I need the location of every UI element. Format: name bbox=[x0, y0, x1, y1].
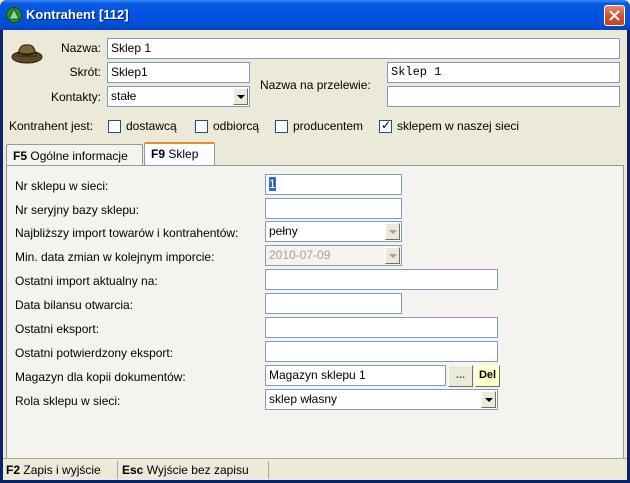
rola-label: Rola sklepu w sieci: bbox=[15, 394, 121, 408]
f2-key: F2 bbox=[6, 463, 21, 477]
dostawca-checkbox[interactable] bbox=[108, 120, 121, 133]
nr-sklepu-label: Nr sklepu w sieci: bbox=[15, 179, 109, 193]
nazwa-label: Nazwa: bbox=[60, 41, 101, 55]
nr-seryjny-label: Nr seryjny bazy sklepu: bbox=[15, 203, 140, 217]
title-bar[interactable]: Kontrahent [112] bbox=[0, 0, 630, 30]
rola-value: sklep własny bbox=[269, 392, 338, 406]
ostatni-import-label: Ostatni import aktualny na: bbox=[15, 274, 158, 288]
save-exit-shortcut[interactable]: F2 Zapis i wyjście bbox=[3, 461, 118, 479]
exit-no-save-shortcut[interactable]: Esc Wyjście bez zapisu bbox=[119, 461, 269, 479]
sklep-tab-panel: Nr sklepu w sieci: 1 Nr seryjny bazy skl… bbox=[6, 165, 624, 459]
ostatni-import-input[interactable] bbox=[265, 269, 498, 290]
hat-logo-icon bbox=[11, 44, 43, 64]
tab-sklep-key: F9 bbox=[151, 147, 166, 161]
przelew-line2-input[interactable] bbox=[387, 86, 620, 107]
magazyn-browse-button[interactable]: ... bbox=[448, 365, 473, 387]
skrot-input[interactable]: Sklep1 bbox=[107, 62, 250, 83]
producent-checkbox[interactable] bbox=[275, 120, 288, 133]
window-title: Kontrahent [112] bbox=[26, 7, 129, 22]
tab-ogolne-key: F5 bbox=[13, 149, 28, 163]
rola-select[interactable]: sklep własny bbox=[265, 389, 498, 410]
data-bilansu-input[interactable] bbox=[265, 293, 402, 314]
ostatni-eksport-label: Ostatni eksport: bbox=[15, 322, 100, 336]
window: Kontrahent [112] Nazwa: Sklep 1 Skrót: S… bbox=[0, 0, 630, 483]
kontakty-label: Kontakty: bbox=[50, 90, 101, 104]
nr-sklepu-input[interactable]: 1 bbox=[265, 174, 402, 195]
magazyn-delete-button[interactable]: Del bbox=[475, 365, 500, 387]
odbiorca-checkbox[interactable] bbox=[195, 120, 208, 133]
min-data-label: Min. data zmian w kolejnym imporcie: bbox=[15, 250, 215, 264]
nr-sklepu-value: 1 bbox=[269, 177, 276, 191]
przelew-label: Nazwa na przelewie: bbox=[260, 78, 371, 92]
magazyn-label: Magazyn dla kopii dokumentów: bbox=[15, 370, 186, 384]
min-data-select: 2010-07-09 bbox=[265, 245, 402, 266]
producent-label: producentem bbox=[293, 119, 364, 133]
kontrahent-type-label: Kontrahent jest: bbox=[9, 119, 94, 133]
nr-seryjny-input[interactable] bbox=[265, 198, 402, 219]
tab-ogolne-label: Ogólne informacje bbox=[30, 149, 128, 163]
chevron-down-icon[interactable] bbox=[481, 391, 496, 408]
import-value: pełny bbox=[269, 224, 298, 238]
import-label: Najbliższy import towarów i kontrahentów… bbox=[15, 226, 239, 240]
potwierdzony-label: Ostatni potwierdzony eksport: bbox=[15, 346, 174, 360]
przelew-line1-input[interactable]: Sklep 1 bbox=[387, 62, 620, 83]
import-select[interactable]: pełny bbox=[265, 221, 402, 242]
tab-sklep[interactable]: F9 Sklep bbox=[144, 142, 215, 166]
kontakty-value: stałe bbox=[111, 89, 137, 103]
kontakty-select[interactable]: stałe bbox=[107, 86, 250, 107]
tab-ogolne-informacje[interactable]: F5 Ogólne informacje bbox=[6, 144, 143, 166]
ostatni-eksport-input[interactable] bbox=[265, 317, 498, 338]
magazyn-input[interactable]: Magazyn sklepu 1 bbox=[265, 365, 446, 386]
odbiorca-label: odbiorcą bbox=[213, 119, 260, 133]
skrot-label: Skrót: bbox=[69, 65, 101, 79]
sklep-sieci-checkbox[interactable] bbox=[379, 118, 392, 133]
data-bilansu-label: Data bilansu otwarcia: bbox=[15, 298, 134, 312]
min-data-value: 2010-07-09 bbox=[269, 248, 331, 262]
chevron-down-icon[interactable] bbox=[385, 223, 400, 240]
chevron-down-icon bbox=[385, 247, 400, 264]
esc-key: Esc bbox=[122, 463, 144, 477]
esc-label: Wyjście bez zapisu bbox=[146, 463, 249, 477]
close-button[interactable] bbox=[604, 5, 625, 26]
f2-label: Zapis i wyjście bbox=[23, 463, 101, 477]
nazwa-input[interactable]: Sklep 1 bbox=[107, 38, 620, 59]
close-icon bbox=[609, 10, 620, 21]
status-bar: F2 Zapis i wyjście Esc Wyjście bez zapis… bbox=[3, 458, 627, 480]
potwierdzony-input[interactable] bbox=[265, 341, 498, 362]
tree-app-icon bbox=[6, 7, 22, 23]
tab-sklep-label: Sklep bbox=[168, 147, 199, 161]
chevron-down-icon[interactable] bbox=[233, 88, 248, 105]
window-client: Nazwa: Sklep 1 Skrót: Sklep1 Kontakty: s… bbox=[3, 30, 627, 480]
sklep-sieci-label: sklepem w naszej sieci bbox=[397, 119, 520, 133]
dostawca-label: dostawcą bbox=[126, 119, 177, 133]
